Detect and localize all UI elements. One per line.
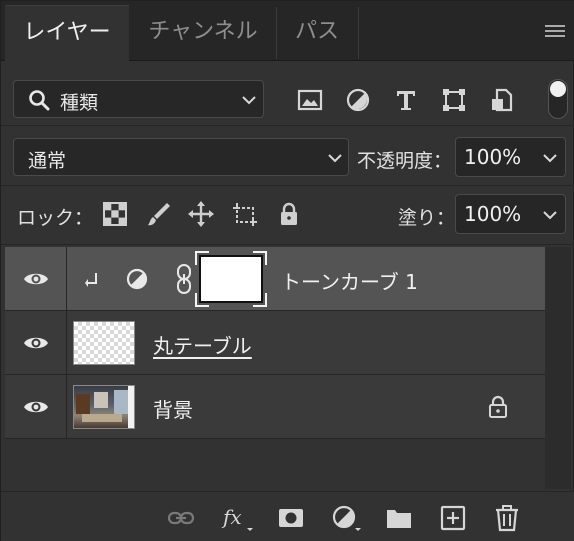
divider bbox=[1, 125, 574, 126]
layer-name[interactable]: 背景 bbox=[153, 394, 193, 423]
new-group-folder-icon[interactable] bbox=[385, 504, 413, 532]
filter-toggle[interactable] bbox=[548, 79, 568, 119]
panel-menu-icon[interactable] bbox=[545, 25, 565, 39]
layers-scrollbar[interactable] bbox=[545, 247, 571, 489]
chevron-down-icon bbox=[328, 154, 342, 163]
layers-panel: レイヤー チャンネル パス 種類 通常 不透明度： 100% ロック： 塗り： … bbox=[0, 0, 574, 541]
blend-mode-value: 通常 bbox=[28, 150, 67, 172]
adjustment-filter-icon[interactable] bbox=[343, 85, 373, 115]
layer-style-fx-icon[interactable]: fx bbox=[221, 504, 257, 532]
chevron-down-icon bbox=[543, 154, 557, 163]
image-filter-icon[interactable] bbox=[295, 85, 325, 115]
mask-link-icon[interactable] bbox=[175, 263, 193, 295]
lock-artboard-icon[interactable] bbox=[231, 200, 259, 228]
opacity-value: 100% bbox=[464, 145, 522, 169]
shape-filter-icon[interactable] bbox=[439, 85, 469, 115]
eye-icon bbox=[24, 401, 48, 413]
eye-icon bbox=[24, 337, 48, 349]
layer-row-curves[interactable]: トーンカーブ 1 bbox=[5, 247, 545, 311]
fill-dropdown-button[interactable] bbox=[536, 194, 566, 234]
delete-layer-trash-icon[interactable] bbox=[493, 504, 521, 532]
filter-kind-select[interactable]: 種類 bbox=[13, 80, 264, 118]
search-icon bbox=[29, 90, 50, 111]
chevron-down-icon bbox=[242, 96, 256, 105]
tab-paths[interactable]: パス bbox=[277, 5, 357, 61]
smart-object-filter-icon[interactable] bbox=[487, 85, 517, 115]
tab-bar: レイヤー チャンネル パス bbox=[1, 1, 574, 61]
tab-channels[interactable]: チャンネル bbox=[131, 5, 275, 61]
layer-lock-icon bbox=[489, 395, 507, 418]
clipping-mask-arrow-icon bbox=[85, 273, 97, 287]
layer-mask-thumbnail[interactable] bbox=[195, 251, 267, 307]
layer-row-background[interactable]: 背景 bbox=[5, 375, 545, 439]
lock-transparent-pixels-icon[interactable] bbox=[101, 200, 129, 228]
new-adjustment-layer-icon[interactable] bbox=[331, 504, 365, 532]
tab-layers[interactable]: レイヤー bbox=[5, 5, 129, 61]
link-layers-icon[interactable] bbox=[167, 504, 195, 532]
fill-value: 100% bbox=[464, 202, 522, 226]
layers-list: トーンカーブ 1 丸テーブル 背景 bbox=[5, 247, 545, 489]
fill-label: 塗り： bbox=[398, 207, 456, 229]
chevron-down-icon bbox=[543, 211, 557, 220]
svg-text:fx: fx bbox=[221, 505, 242, 529]
eye-icon bbox=[24, 273, 48, 285]
type-filter-icon[interactable] bbox=[391, 85, 421, 115]
add-mask-icon[interactable] bbox=[277, 504, 305, 532]
opacity-label: 不透明度： bbox=[357, 150, 453, 172]
layer-name[interactable]: 丸テーブル bbox=[153, 330, 252, 359]
opacity-dropdown-button[interactable] bbox=[536, 137, 566, 177]
visibility-toggle[interactable] bbox=[5, 247, 67, 311]
visibility-toggle[interactable] bbox=[5, 375, 67, 439]
blend-mode-select[interactable]: 通常 bbox=[13, 138, 349, 176]
layer-thumbnail[interactable] bbox=[73, 385, 135, 429]
layer-name[interactable]: トーンカーブ 1 bbox=[281, 266, 418, 295]
lock-all-icon[interactable] bbox=[275, 200, 303, 228]
tab-divider bbox=[358, 7, 359, 59]
divider bbox=[1, 244, 574, 245]
new-layer-icon[interactable] bbox=[439, 504, 467, 532]
layer-row-table[interactable]: 丸テーブル bbox=[5, 311, 545, 375]
opacity-field[interactable]: 100% bbox=[455, 137, 537, 177]
layer-thumbnail[interactable] bbox=[73, 321, 135, 365]
lock-label: ロック： bbox=[17, 207, 94, 229]
divider bbox=[1, 185, 574, 186]
visibility-toggle[interactable] bbox=[5, 311, 67, 375]
fill-field[interactable]: 100% bbox=[455, 194, 537, 234]
adjustment-layer-icon bbox=[126, 268, 148, 290]
lock-image-pixels-icon[interactable] bbox=[145, 200, 173, 228]
lock-position-icon[interactable] bbox=[187, 200, 215, 228]
filter-kind-label: 種類 bbox=[60, 92, 99, 114]
layers-bottom-toolbar: fx bbox=[1, 491, 574, 541]
